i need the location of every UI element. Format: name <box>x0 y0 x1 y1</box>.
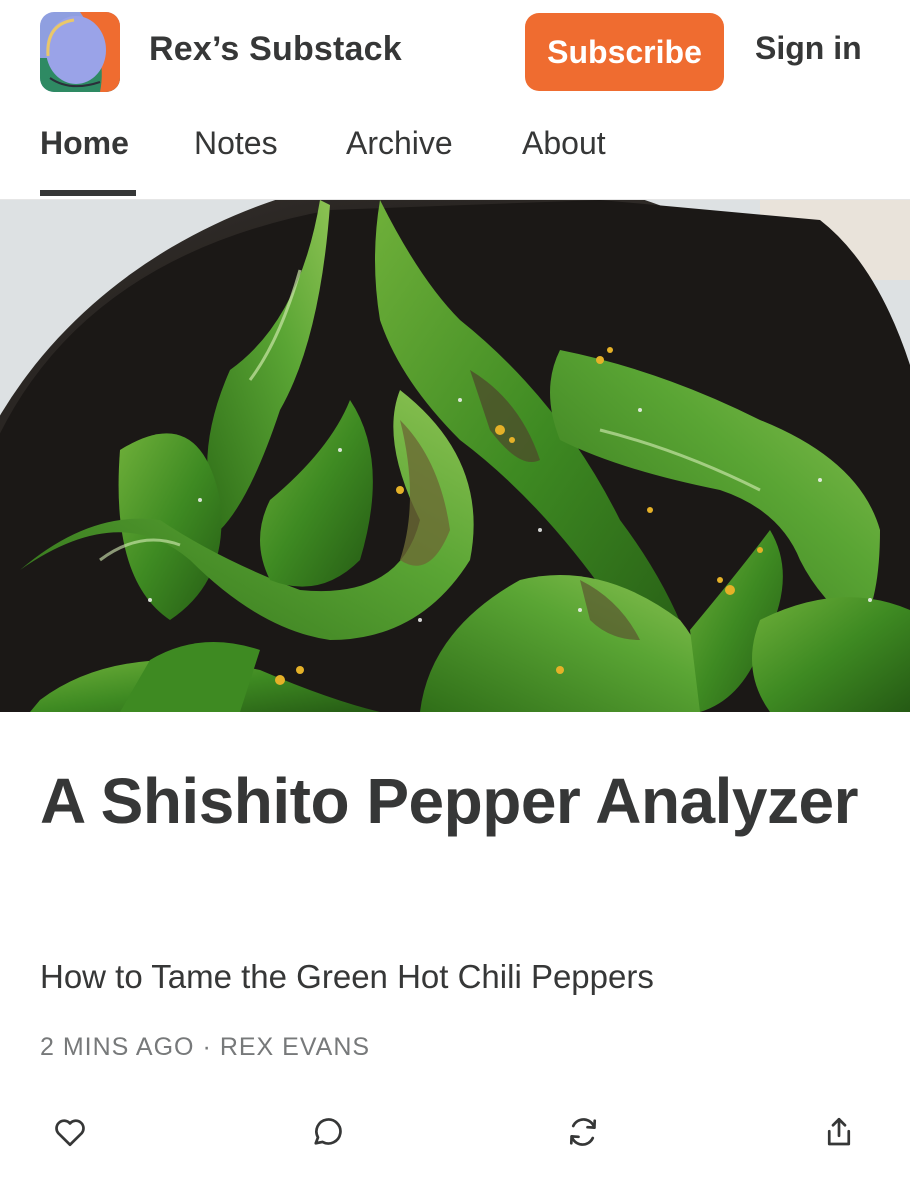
top-bar: Rex’s Substack Subscribe Sign in <box>0 0 910 100</box>
heart-icon[interactable] <box>46 1108 94 1156</box>
sign-in-link[interactable]: Sign in <box>755 30 862 67</box>
tab-about[interactable]: About <box>522 125 606 162</box>
site-title[interactable]: Rex’s Substack <box>149 30 402 69</box>
restack-icon[interactable] <box>559 1108 607 1156</box>
publication-logo-icon[interactable] <box>40 12 120 92</box>
post-actions <box>0 1108 910 1158</box>
comment-icon[interactable] <box>303 1108 351 1156</box>
tab-notes[interactable]: Notes <box>194 125 278 162</box>
post-time: 2 MINS AGO <box>40 1033 195 1061</box>
shishito-peppers-photo <box>0 200 910 712</box>
meta-separator: · <box>202 1033 212 1061</box>
subscribe-button[interactable]: Subscribe <box>525 13 724 91</box>
active-tab-indicator <box>40 190 136 196</box>
post-subtitle: How to Tame the Green Hot Chili Peppers <box>40 958 654 995</box>
hero-image[interactable] <box>0 200 910 712</box>
nav-tabs: Home Notes Archive About <box>0 100 910 200</box>
tab-archive[interactable]: Archive <box>346 125 453 162</box>
post-author[interactable]: REX EVANS <box>220 1033 370 1061</box>
post-meta: 2 MINS AGO · REX EVANS <box>40 1033 370 1062</box>
share-icon[interactable] <box>815 1108 863 1156</box>
post-title[interactable]: A Shishito Pepper Analyzer <box>40 755 870 847</box>
tab-home[interactable]: Home <box>40 125 129 162</box>
